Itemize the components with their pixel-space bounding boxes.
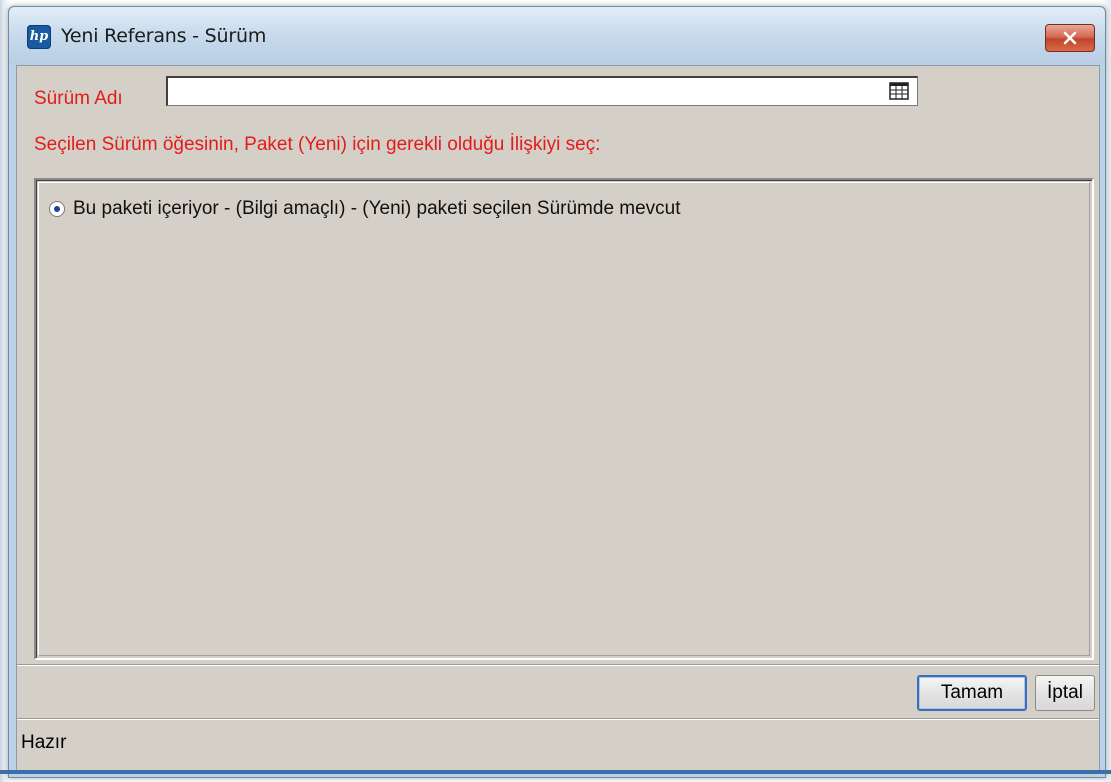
- relationship-option[interactable]: Bu paketi içeriyor - (Bilgi amaçlı) - (Y…: [49, 198, 681, 220]
- close-button[interactable]: [1045, 24, 1095, 52]
- ok-button[interactable]: Tamam: [917, 675, 1027, 711]
- radio-button-selected[interactable]: [49, 201, 65, 217]
- hp-logo-icon: hp: [27, 25, 51, 49]
- cancel-button[interactable]: İptal: [1035, 675, 1095, 711]
- title-bar[interactable]: hp Yeni Referans - Sürüm: [9, 7, 1105, 65]
- close-x-icon: [1063, 31, 1077, 45]
- surum-adi-input[interactable]: [166, 76, 918, 106]
- separator: [17, 718, 1099, 720]
- relationship-options-panel: Bu paketi içeriyor - (Bilgi amaçlı) - (Y…: [34, 178, 1094, 660]
- status-bar: Hazır: [17, 724, 1099, 758]
- taskbar-edge: [0, 770, 1111, 774]
- dialog-window: hp Yeni Referans - Sürüm Sürüm Adı Seçil…: [8, 6, 1106, 778]
- window-title: Yeni Referans - Sürüm: [61, 25, 267, 47]
- separator: [17, 664, 1099, 666]
- status-text: Hazır: [21, 732, 67, 753]
- relationship-option-label: Bu paketi içeriyor - (Bilgi amaçlı) - (Y…: [73, 198, 681, 219]
- table-picker-icon[interactable]: [889, 81, 909, 101]
- relationship-instruction: Seçilen Sürüm öğesinin, Paket (Yeni) içi…: [34, 134, 601, 155]
- surum-adi-label: Sürüm Adı: [34, 88, 123, 109]
- dialog-client-area: Sürüm Adı Seçilen Sürüm öğesinin, Paket …: [16, 65, 1100, 771]
